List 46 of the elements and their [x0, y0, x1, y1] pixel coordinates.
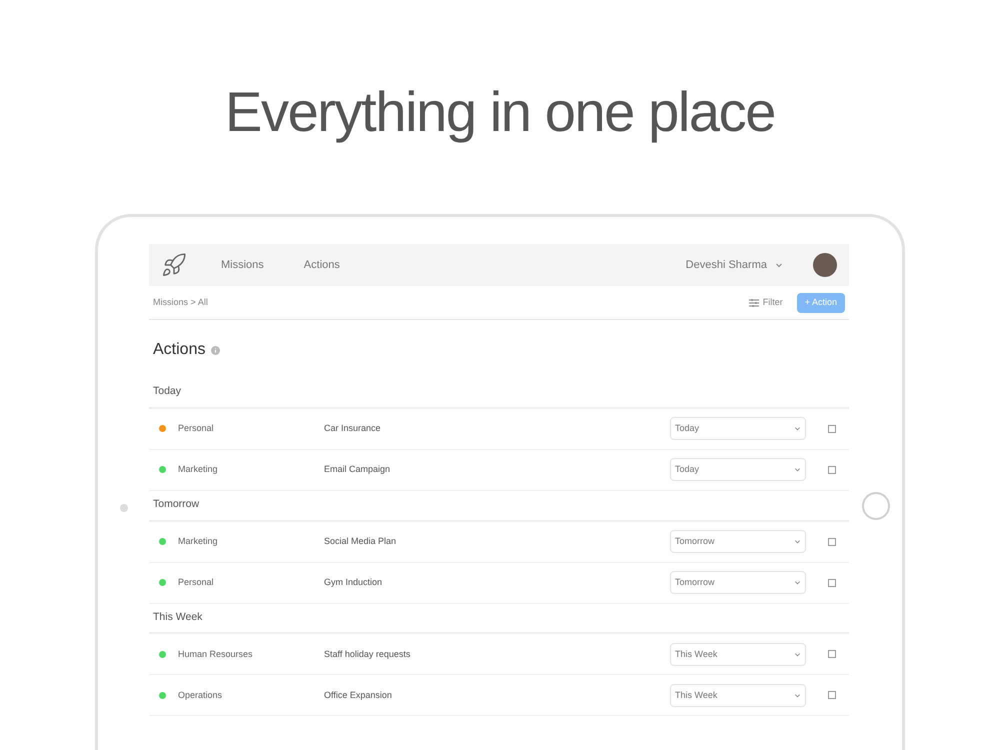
checkbox[interactable]	[828, 424, 836, 433]
avatar[interactable]	[813, 253, 837, 277]
group-heading: Today	[149, 384, 849, 409]
user-menu[interactable]: Deveshi Sharma	[686, 256, 783, 274]
category-label: Marketing	[178, 534, 219, 548]
headline: Everything in one place	[225, 79, 775, 145]
due-dropdown[interactable]: Tomorrow	[670, 530, 806, 553]
breadcrumb: Missions > All	[153, 296, 208, 309]
due-dropdown[interactable]: Today	[670, 458, 806, 482]
chevron-down-icon	[794, 579, 801, 586]
task-title: Car Insurance	[324, 422, 381, 435]
chevron-down-icon	[794, 425, 801, 432]
due-dropdown[interactable]: This Week	[670, 642, 806, 666]
chevron-down-icon	[794, 538, 801, 545]
page-title: Actions	[153, 340, 206, 360]
category-label: Operations	[178, 688, 224, 702]
nav-link[interactable]: Missions	[221, 256, 264, 274]
task-title: Email Campaign	[324, 463, 390, 476]
checkbox[interactable]	[828, 650, 836, 658]
chevron-down-icon	[794, 650, 801, 658]
chevron-down-icon	[775, 261, 783, 269]
rocket-icon	[161, 252, 187, 278]
due-dropdown[interactable]: This Week	[670, 684, 806, 707]
checkbox[interactable]	[828, 578, 836, 586]
category-label: Personal	[178, 576, 215, 589]
task-title: Social Media Plan	[324, 534, 396, 548]
checkbox[interactable]	[828, 538, 836, 546]
checkbox[interactable]	[828, 466, 836, 474]
due-dropdown[interactable]: Tomorrow	[670, 571, 806, 594]
chevron-down-icon	[794, 466, 801, 474]
category-label: Personal	[178, 422, 215, 435]
info-icon	[211, 346, 220, 354]
filter-button[interactable]: Filter	[748, 296, 783, 310]
category-label: Human Resourses	[178, 648, 254, 660]
group-heading: Tomorrow	[149, 496, 849, 522]
task-title: Gym Induction	[324, 576, 382, 589]
home-button[interactable]	[862, 492, 890, 520]
checkbox[interactable]	[828, 691, 836, 700]
chevron-down-icon	[794, 692, 801, 699]
task-title: Staff holiday requests	[324, 648, 410, 661]
nav-link[interactable]: Actions	[304, 256, 340, 274]
due-dropdown[interactable]: Today	[670, 417, 806, 440]
category-label: Marketing	[178, 463, 219, 476]
task-title: Office Expansion	[324, 688, 392, 702]
group-heading: This Week	[149, 610, 849, 634]
sliders-icon	[748, 298, 759, 306]
